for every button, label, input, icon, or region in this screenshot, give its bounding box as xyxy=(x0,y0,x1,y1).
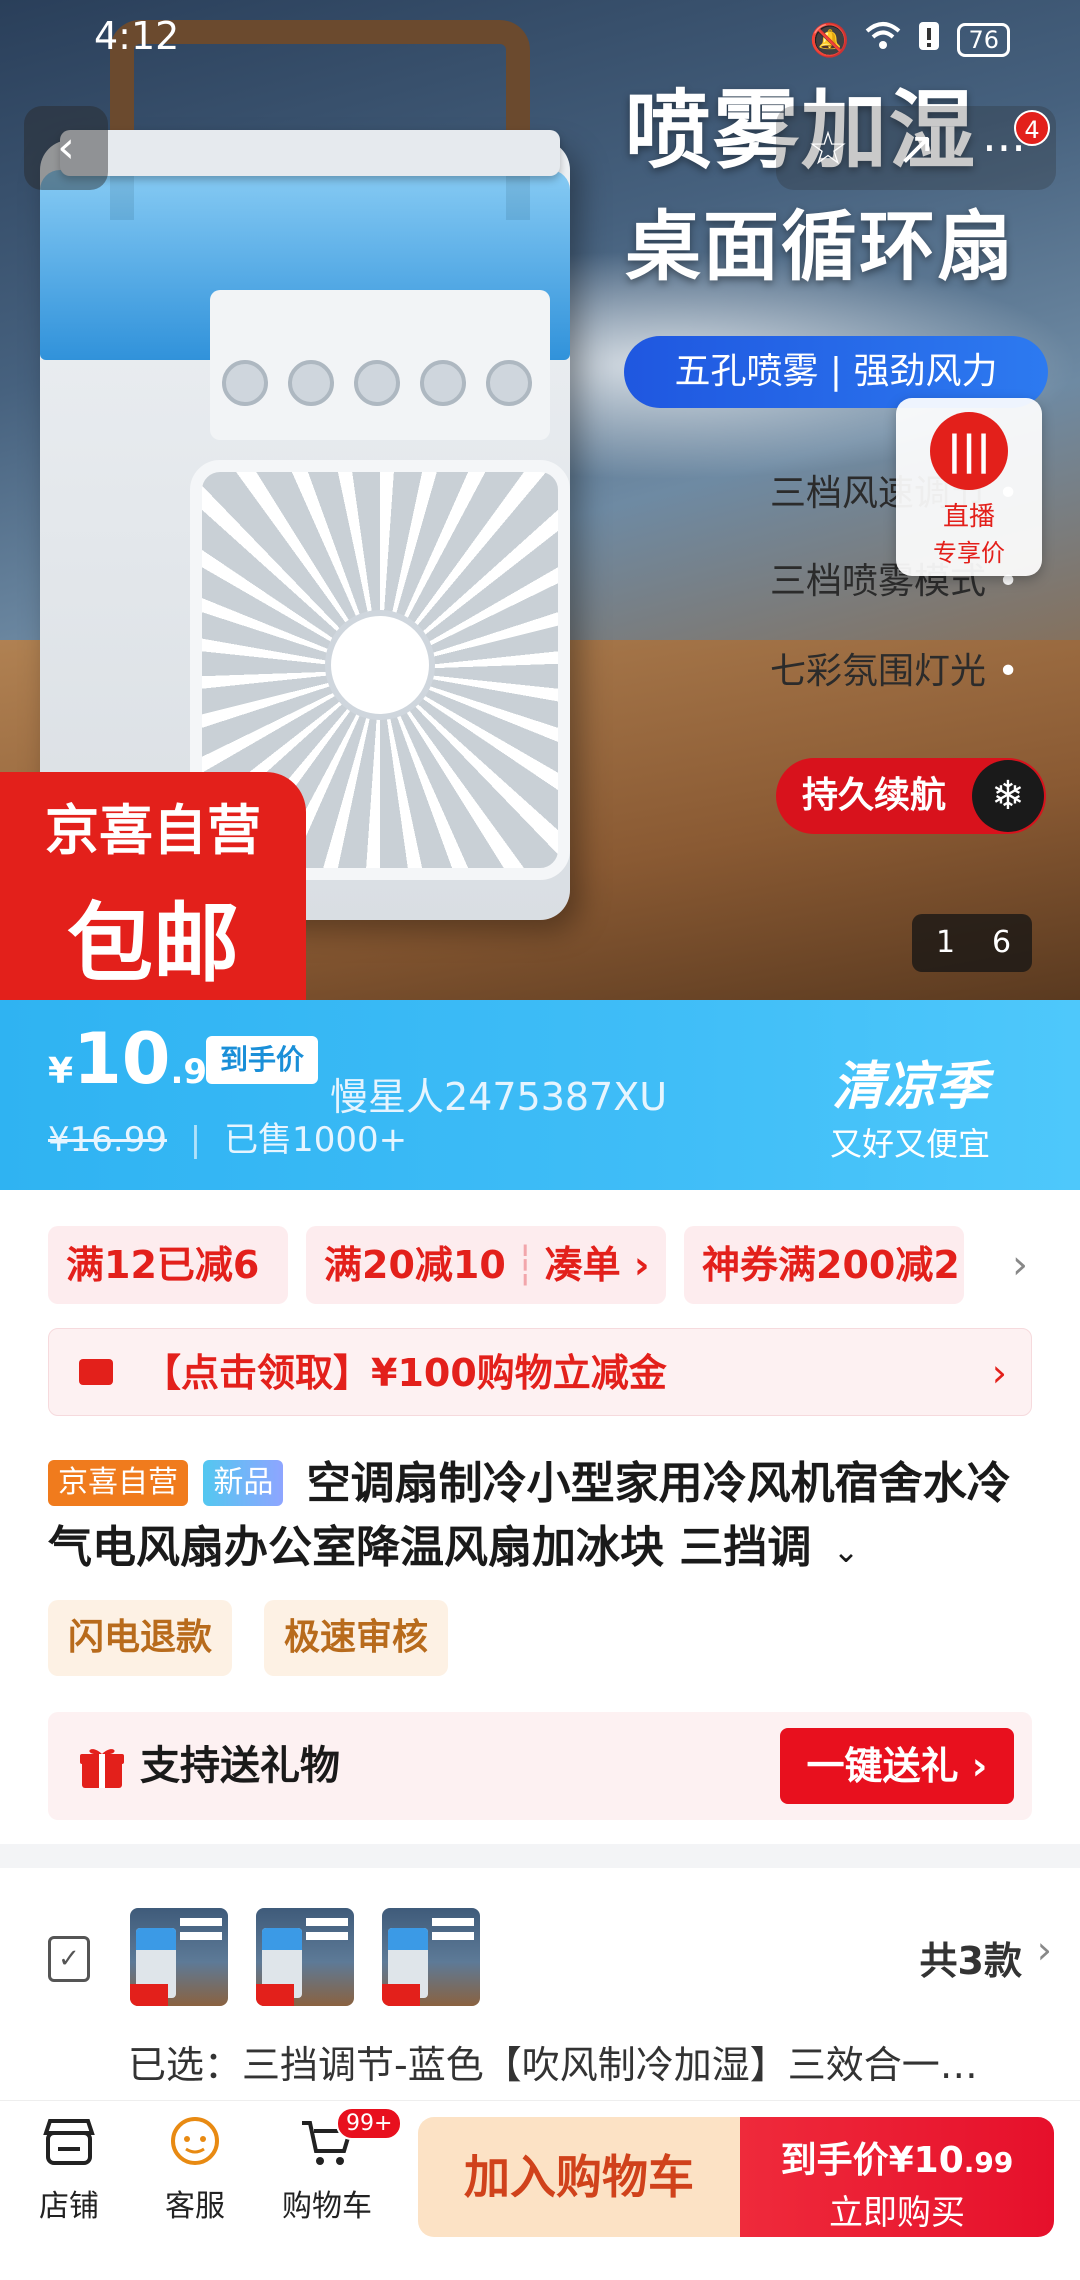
share-icon: ↗ xyxy=(896,121,936,175)
hero-endurance-badge: 持久续航 ❄ xyxy=(776,758,1046,834)
promo-line-1: 京喜自营 xyxy=(45,799,261,862)
status-bar: 4:12 🔕 76 xyxy=(0,0,1080,80)
chevron-right-icon[interactable]: › xyxy=(1012,1226,1028,1304)
customer-service-label: 客服 xyxy=(165,2189,225,2224)
bottom-action-bar: 店铺 客服 购物车 99+ 加入购物车 到手价¥10.99 立即购买 xyxy=(0,2100,1080,2280)
buy-price-dec: .99 xyxy=(963,2146,1014,2179)
variant-thumbnail[interactable] xyxy=(382,1908,480,2006)
product-title[interactable]: 京喜自营 新品 空调扇制冷小型家用冷风机宿舍水冷气电风扇办公室降温风扇加冰块 三… xyxy=(48,1452,1038,1583)
share-button[interactable]: ↗ xyxy=(874,106,958,190)
current-price: ¥ 10 .99 xyxy=(48,1018,231,1100)
variant-thumbnail[interactable] xyxy=(130,1908,228,2006)
favorite-button[interactable]: ☆ xyxy=(786,106,870,190)
price-integer: 10 xyxy=(73,1018,171,1100)
chevron-down-icon[interactable]: ⌄ xyxy=(833,1532,860,1570)
coupon-row: 满12已减6 满20减10 ┆ 凑单 › 神券满200减2 › xyxy=(48,1226,1048,1304)
product-title-text: 空调扇制冷小型家用冷风机宿舍水冷气电风扇办公室降温风扇加冰块 三挡调 xyxy=(48,1458,1011,1573)
live-label: 直播 xyxy=(942,502,995,532)
selected-variant-text: 三挡调节-蓝色【吹风制冷加湿】三效合一… xyxy=(242,2043,978,2087)
store-label: 店铺 xyxy=(39,2189,99,2224)
customer-service-icon xyxy=(171,2117,219,2165)
card-icon xyxy=(79,1359,113,1385)
variant-checklist-icon: ✓ xyxy=(48,1936,90,1982)
chevron-right-icon: › xyxy=(991,1351,1007,1395)
gift-support-text: 支持送礼物 xyxy=(140,1743,340,1789)
coupon-text: 满20减10 xyxy=(324,1243,506,1287)
promo-badge: 京喜自营 包邮 xyxy=(0,772,306,1000)
coupon-item[interactable]: 满20减10 ┆ 凑单 › xyxy=(306,1226,666,1304)
gift-bar: 支持送礼物 一键送礼 › xyxy=(48,1712,1032,1820)
star-icon: ☆ xyxy=(807,121,849,175)
battery-icon: 76 xyxy=(957,23,1010,57)
cash-voucher-bar[interactable]: 【点击领取】¥100购物立减金 › xyxy=(48,1328,1032,1416)
live-icon: ||| xyxy=(930,412,1008,490)
selected-variant[interactable]: 已选：三挡调节-蓝色【吹风制冷加湿】三效合一… xyxy=(128,2034,1068,2089)
buy-now-button[interactable]: 到手价¥10.99 立即购买 xyxy=(740,2117,1054,2237)
coupon-item[interactable]: 神券满200减2 xyxy=(684,1226,964,1304)
back-button[interactable]: ‹ xyxy=(24,106,108,190)
buy-price-label: 到手价 xyxy=(780,2140,889,2181)
buy-now-label: 立即购买 xyxy=(829,2193,965,2233)
season-title: 清凉季 xyxy=(831,1057,988,1117)
selected-prefix: 已选： xyxy=(128,2043,243,2087)
store-button[interactable]: 店铺 xyxy=(14,2111,124,2225)
variant-count[interactable]: 共3款 xyxy=(920,1930,1022,1985)
new-tag: 新品 xyxy=(203,1460,284,1506)
coupon-add-on-link: 凑单 › xyxy=(544,1243,650,1287)
image-index: 1 xyxy=(936,925,956,960)
hero-headline-2: 桌面循环扇 xyxy=(625,202,1015,291)
buy-now-price: 到手价¥10.99 xyxy=(740,2131,1054,2183)
cart-button[interactable]: 购物车 99+ xyxy=(272,2107,403,2225)
sim-alert-icon xyxy=(917,20,941,60)
hero-feature-3: 七彩氛围灯光 xyxy=(770,642,1019,694)
sold-count: 已售1000+ xyxy=(224,1120,408,1160)
image-total: 6 xyxy=(992,925,1012,960)
chevron-left-icon: ‹ xyxy=(57,122,75,173)
top-actions: ☆ ↗ ··· 4 xyxy=(776,106,1056,190)
price-banner: ¥ 10 .99 到手价 慢星人2475387XU ¥16.99 | 已售100… xyxy=(0,1000,1080,1190)
image-counter: 1 6 xyxy=(912,914,1032,972)
gift-icon xyxy=(78,1742,126,1790)
original-price: ¥16.99 xyxy=(48,1120,167,1160)
season-subtitle: 又好又便宜 xyxy=(829,1125,990,1163)
store-icon xyxy=(43,2119,95,2165)
message-badge: 4 xyxy=(1014,110,1050,146)
add-to-cart-button[interactable]: 加入购物车 xyxy=(418,2117,740,2237)
chevron-right-icon[interactable]: › xyxy=(1037,1928,1052,1972)
live-stream-button[interactable]: ||| 直播 专享价 xyxy=(896,398,1042,576)
customer-service-button[interactable]: 客服 xyxy=(140,2111,250,2225)
live-sub-label: 专享价 xyxy=(933,539,1005,567)
mute-icon: 🔕 xyxy=(809,21,850,59)
snowflake-icon: ❄ xyxy=(972,760,1044,832)
variant-thumbnail[interactable] xyxy=(256,1908,354,2006)
endurance-label: 持久续航 xyxy=(802,775,947,816)
cash-voucher-text: 【点击领取】¥100购物立减金 xyxy=(143,1351,667,1395)
coupon-text: 满12已减6 xyxy=(66,1243,260,1287)
promo-line-2: 包邮 xyxy=(67,894,239,994)
status-time: 4:12 xyxy=(94,14,180,58)
cart-badge: 99+ xyxy=(336,2107,403,2140)
service-tag: 闪电退款 xyxy=(48,1600,233,1676)
season-promo: 清凉季 又好又便宜 xyxy=(830,1044,990,1165)
coupon-text: 神券满200减2 xyxy=(702,1243,960,1287)
self-operated-tag: 京喜自营 xyxy=(48,1460,188,1506)
wifi-icon xyxy=(865,21,901,59)
send-gift-button[interactable]: 一键送礼 › xyxy=(780,1728,1014,1804)
price-currency: ¥ xyxy=(48,1051,74,1092)
coupon-item[interactable]: 满12已减6 xyxy=(48,1226,288,1304)
cart-label: 购物车 xyxy=(282,2189,372,2224)
service-tag: 极速审核 xyxy=(264,1600,449,1676)
buy-price-int: ¥10 xyxy=(888,2140,964,2181)
arrival-price-tag: 到手价 xyxy=(206,1036,319,1084)
section-divider xyxy=(0,1844,1080,1868)
original-price-row: ¥16.99 | 已售1000+ xyxy=(48,1120,408,1160)
